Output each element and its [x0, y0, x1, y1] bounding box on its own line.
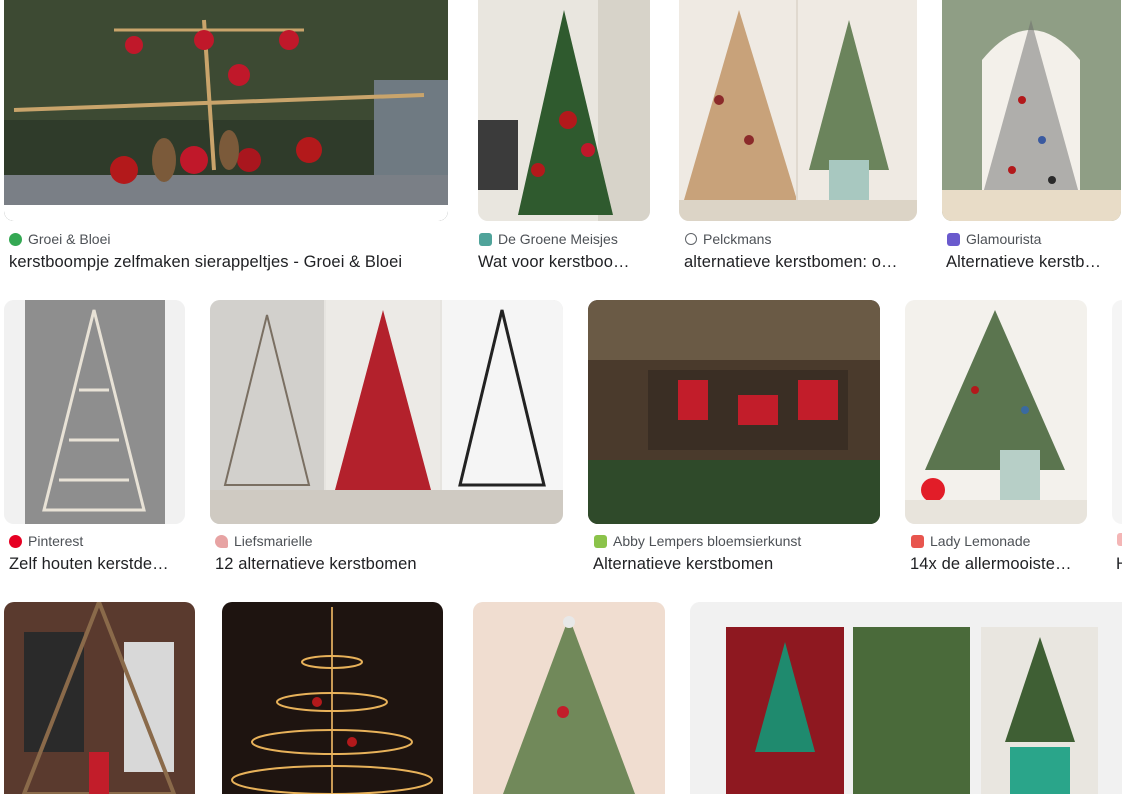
result-title[interactable]: Wat voor kerstboo… [478, 253, 650, 272]
result-image[interactable] [905, 300, 1087, 524]
result-image[interactable] [4, 300, 185, 524]
result-source[interactable]: Pelckmans [685, 231, 771, 247]
lady-lemonade-icon [911, 534, 924, 548]
result-image[interactable] [1112, 300, 1122, 524]
pinterest-icon [9, 534, 22, 548]
result-image[interactable] [222, 602, 443, 794]
result-title[interactable]: Zelf houten kerstde… [9, 555, 181, 574]
result-source[interactable]: Liefsmarielle [215, 533, 313, 549]
glamourista-icon [947, 232, 960, 246]
groei-bloei-icon [9, 232, 22, 246]
result-title[interactable]: 12 alternatieve kerstbomen [215, 555, 555, 574]
result-title[interactable]: Alternatieve kerstb… [946, 253, 1111, 272]
result-image[interactable] [210, 300, 563, 524]
heart-icon [215, 534, 228, 548]
result-title[interactable]: alternatieve kerstbomen: o… [684, 253, 912, 272]
result-image[interactable] [942, 0, 1121, 221]
result-source[interactable] [1117, 533, 1122, 546]
result-image[interactable] [4, 0, 448, 221]
result-source[interactable]: Pinterest [9, 533, 83, 549]
result-image[interactable] [690, 602, 1122, 794]
result-source[interactable]: Groei & Bloei [9, 231, 110, 247]
result-title[interactable]: H [1116, 555, 1122, 574]
result-title[interactable]: kerstboompje zelfmaken sierappeltjes - G… [9, 253, 448, 272]
partial-icon [1117, 533, 1122, 546]
groene-meisjes-icon [479, 232, 492, 246]
result-source[interactable]: Glamourista [947, 231, 1041, 247]
result-image[interactable] [4, 602, 195, 794]
result-image[interactable] [679, 0, 917, 221]
globe-icon [685, 233, 697, 245]
result-title[interactable]: 14x de allermooiste… [910, 555, 1085, 574]
result-image[interactable] [473, 602, 665, 794]
abby-lempers-icon [594, 534, 607, 548]
result-image[interactable] [588, 300, 880, 524]
result-source[interactable]: De Groene Meisjes [479, 231, 618, 247]
result-source[interactable]: Lady Lemonade [911, 533, 1030, 549]
result-title[interactable]: Alternatieve kerstbomen [593, 555, 878, 574]
result-image[interactable] [478, 0, 650, 221]
result-source[interactable]: Abby Lempers bloemsierkunst [594, 533, 801, 549]
